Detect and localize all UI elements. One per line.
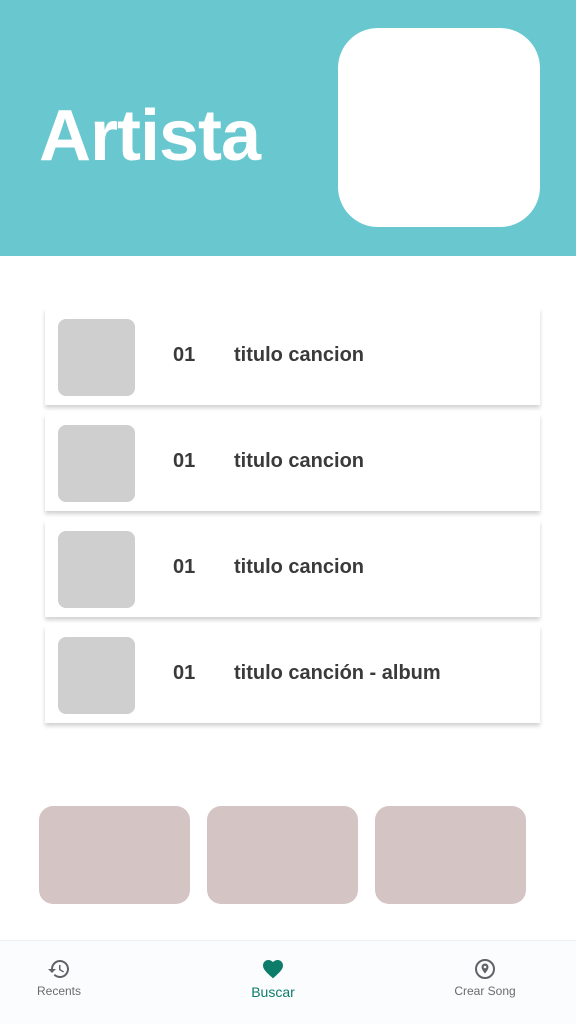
song-row[interactable]: 01 titulo cancion — [45, 520, 540, 617]
nav-item-recents[interactable]: Recents — [19, 941, 99, 1024]
nav-item-crear-song[interactable]: Crear Song — [440, 941, 530, 1024]
song-title: titulo cancion — [234, 450, 364, 472]
location-pin-icon — [475, 959, 495, 979]
artist-title: Artista — [39, 96, 261, 176]
nav-label-buscar: Buscar — [251, 984, 295, 1000]
song-row[interactable]: 01 titulo canción - album — [45, 626, 540, 723]
artist-image[interactable] — [338, 28, 540, 227]
album-card[interactable] — [375, 806, 526, 904]
song-title: titulo cancion — [234, 556, 364, 578]
nav-label-recents: Recents — [36, 984, 82, 998]
song-number: 01 — [173, 344, 196, 366]
song-thumbnail — [58, 531, 135, 608]
song-thumbnail — [58, 319, 135, 396]
song-row[interactable]: 01 titulo cancion — [45, 308, 540, 405]
song-number: 01 — [173, 450, 196, 472]
history-icon — [48, 960, 69, 978]
song-title: titulo cancion — [234, 344, 364, 366]
nav-item-buscar[interactable]: Buscar — [232, 941, 314, 1024]
nav-label-crear-song: Crear Song — [454, 984, 516, 998]
song-number: 01 — [173, 662, 196, 684]
song-title: titulo canción - album — [234, 662, 441, 684]
app-screen: Artista 01 titulo cancion 01 titulo canc… — [0, 0, 576, 1024]
album-cards — [39, 806, 526, 904]
song-list: 01 titulo cancion 01 titulo cancion 01 t… — [45, 308, 540, 732]
song-number: 01 — [173, 556, 196, 578]
song-thumbnail — [58, 425, 135, 502]
album-card[interactable] — [39, 806, 190, 904]
song-row[interactable]: 01 titulo cancion — [45, 414, 540, 511]
album-card[interactable] — [207, 806, 358, 904]
artist-header: Artista — [0, 0, 576, 256]
heart-icon — [263, 960, 283, 979]
bottom-navigation: Recents Buscar Crear Song — [0, 940, 576, 1024]
song-thumbnail — [58, 637, 135, 714]
